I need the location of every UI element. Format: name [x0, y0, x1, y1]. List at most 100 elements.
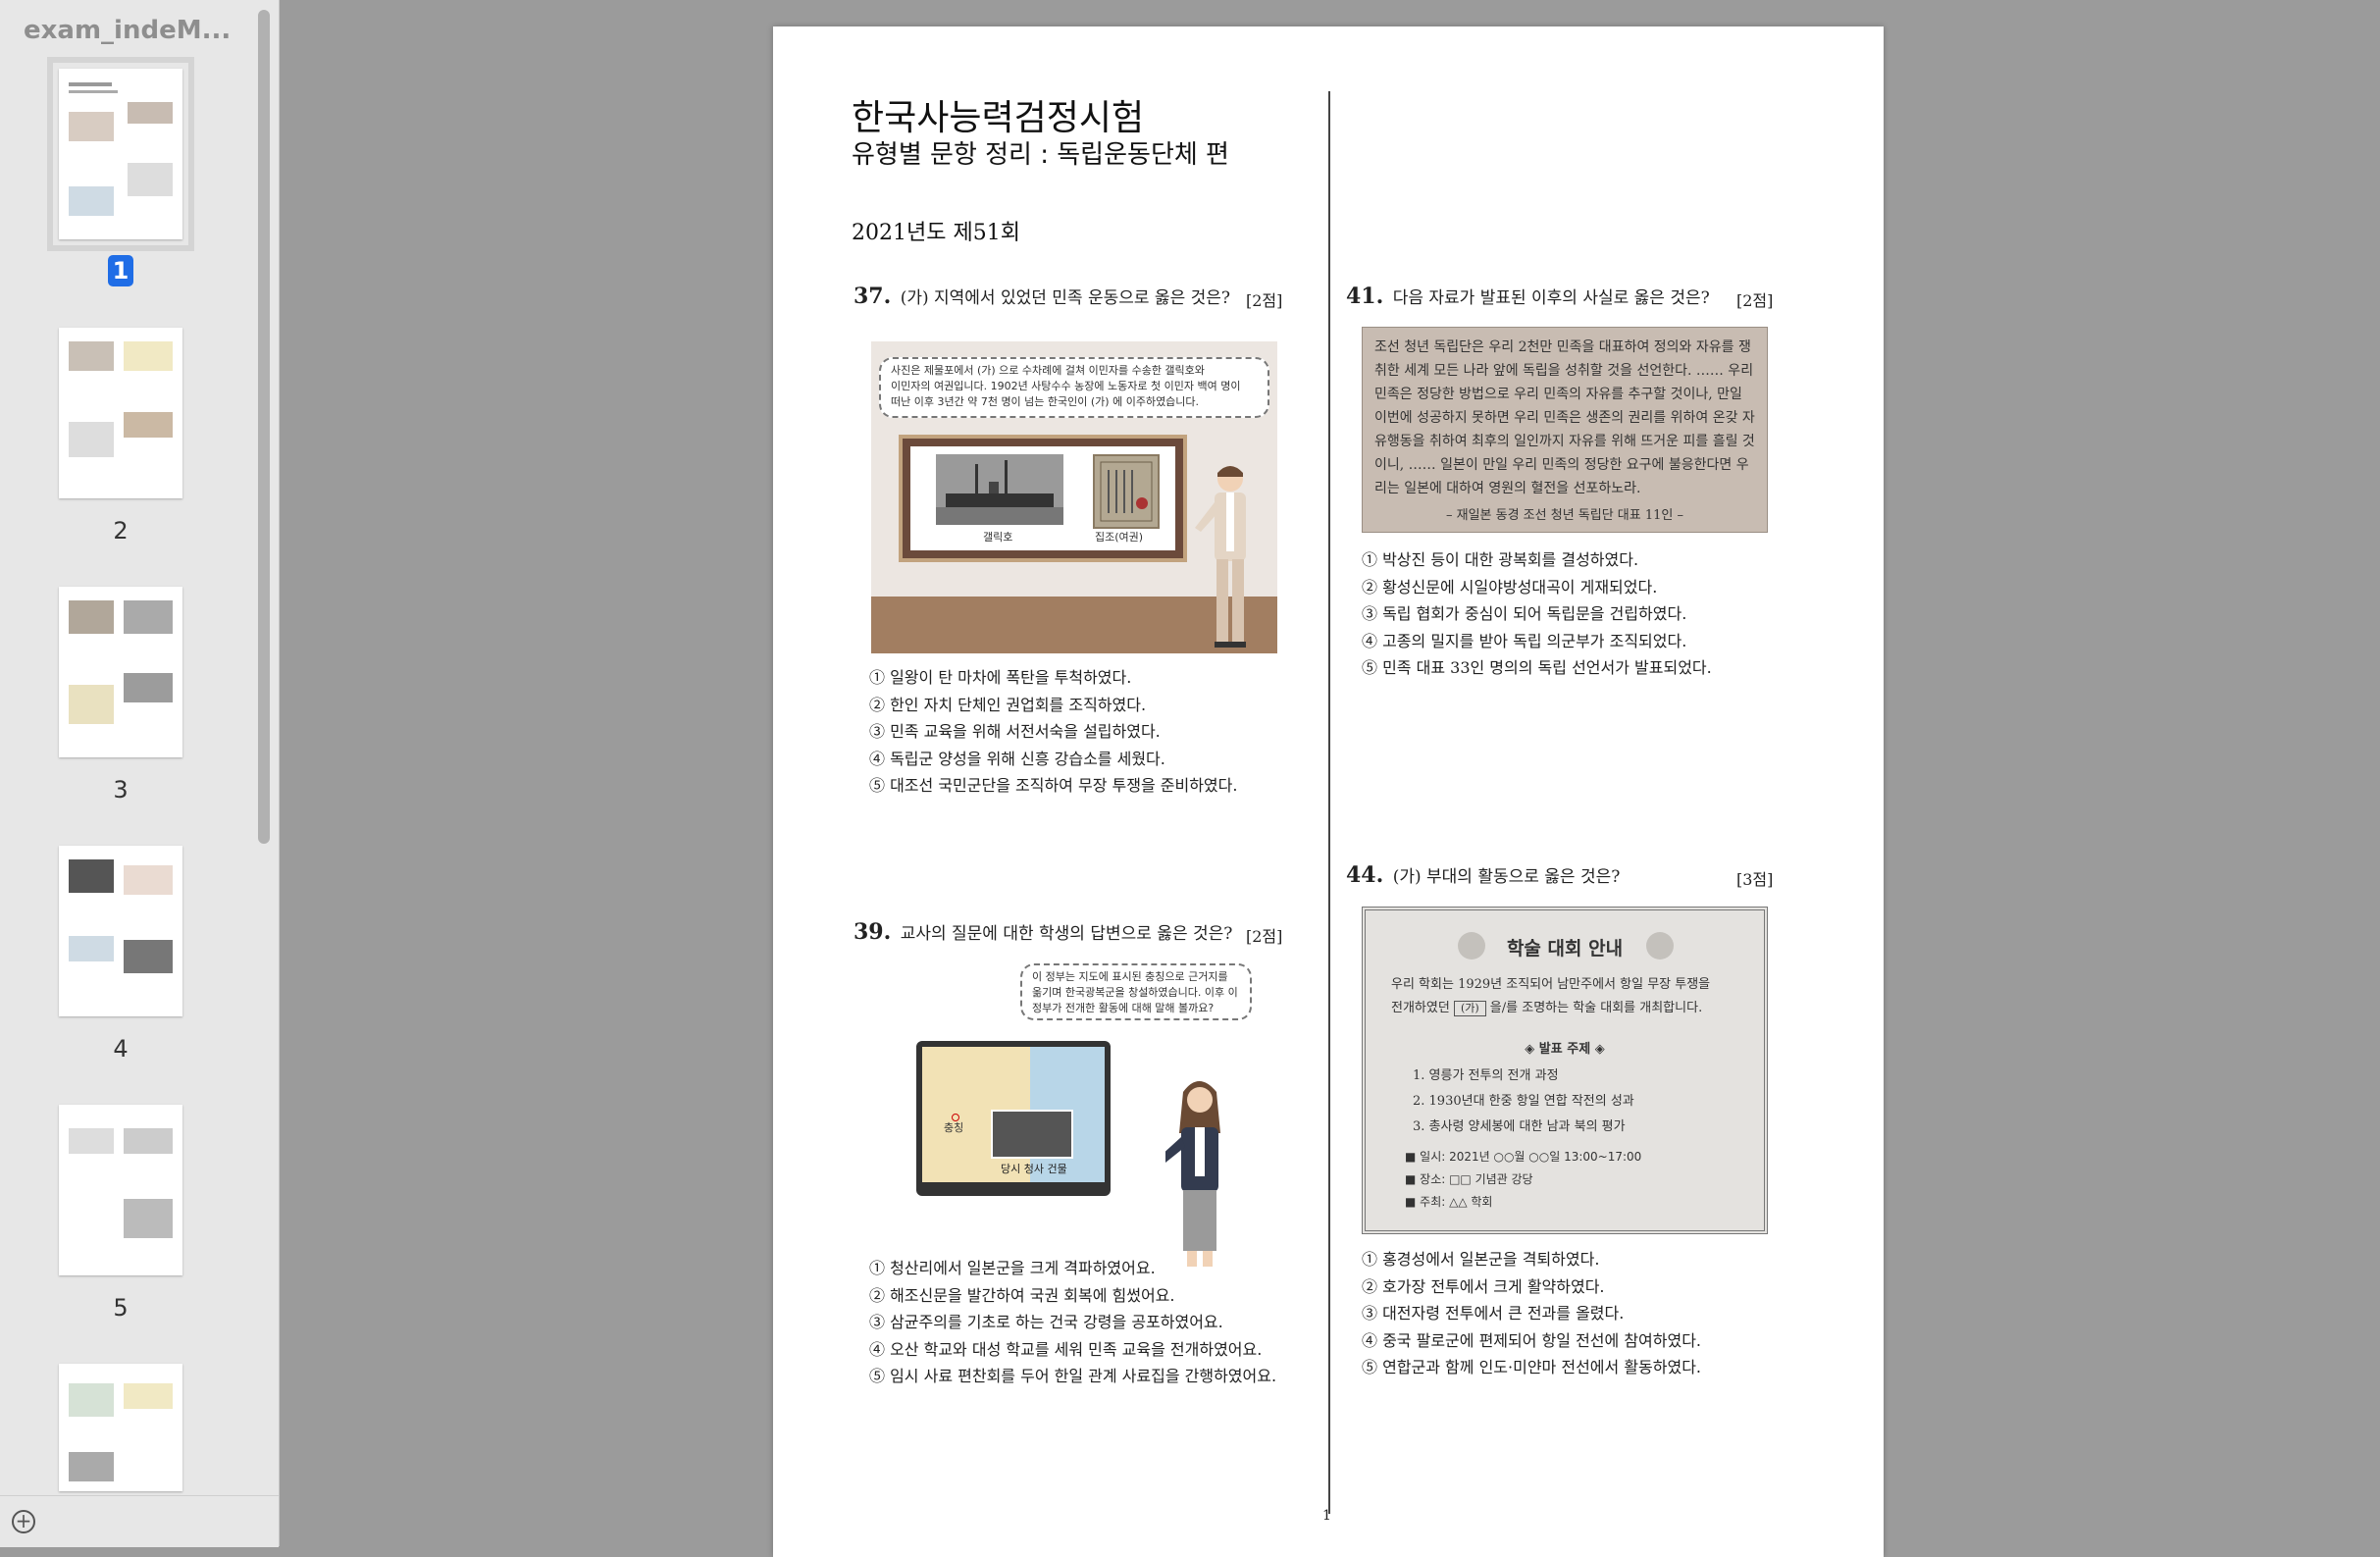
page-thumbnail-4[interactable]: [59, 846, 182, 1016]
column-divider: [1328, 91, 1330, 1514]
q37-bubble-line: 사진은 제물포에서 (가) 으로 수차례에 걸쳐 이민자를 수송한 갤릭호와: [891, 364, 1205, 377]
q37-points: [2점]: [1246, 291, 1283, 310]
building-photo: [991, 1110, 1073, 1159]
location-marker-icon: [952, 1114, 959, 1121]
page-number-2[interactable]: 2: [96, 517, 145, 545]
q37-choices: ① 일왕이 탄 마차에 폭탄을 투척하였다. ② 한인 자치 단체인 권업회를 …: [869, 664, 1237, 800]
choice[interactable]: ③ 삼균주의를 기초로 하는 건국 강령을 공포하였어요.: [869, 1309, 1276, 1336]
choice[interactable]: ③ 대전자령 전투에서 큰 전과를 올렸다.: [1362, 1300, 1701, 1327]
page-number-5[interactable]: 5: [96, 1294, 145, 1322]
q41-points: [2점]: [1736, 291, 1774, 310]
q44-conference-poster: 학술 대회 안내 우리 학회는 1929년 조직되어 남만주에서 항일 무장 투…: [1362, 907, 1768, 1234]
choice[interactable]: ④ 고종의 밀지를 받아 독립 의군부가 조직되었다.: [1362, 628, 1712, 655]
passport-photo: [1093, 454, 1160, 529]
q37-number: 37.: [854, 284, 892, 309]
q37-bubble-line: 이민자의 여권입니다. 1902년 사탕수수 농장에 노동자로 첫 이민자 백여…: [891, 380, 1241, 392]
choice[interactable]: ① 홍경성에서 일본군을 격퇴하였다.: [1362, 1246, 1701, 1273]
choice[interactable]: ③ 민족 교육을 위해 서전서숙을 설립하였다.: [869, 718, 1237, 746]
building-caption: 당시 청사 건물: [1001, 1163, 1067, 1175]
q41-source-text: 조선 청년 독립단은 우리 2천만 민족을 대표하여 정의와 자유를 쟁취한 세…: [1374, 339, 1755, 496]
choice[interactable]: ③ 독립 협회가 중심이 되어 독립문을 건립하였다.: [1362, 600, 1712, 628]
add-page-icon[interactable]: +: [12, 1510, 35, 1533]
q37-speech-bubble: 사진은 제물포에서 (가) 으로 수차례에 걸쳐 이민자를 수송한 갤릭호와 이…: [879, 357, 1269, 418]
q37-question: (가) 지역에서 있었던 민족 운동으로 옳은 것은?: [900, 288, 1231, 308]
q39-question: 교사의 질문에 대한 학생의 답변으로 옳은 것은?: [900, 924, 1233, 944]
q41-choices: ① 박상진 등이 대한 광복회를 결성하였다. ② 황성신문에 시일야방성대곡이…: [1362, 546, 1712, 682]
q44-header: 44. (가) 부대의 활동으로 옳은 것은?: [1346, 862, 1620, 888]
detail-item: ■ 장소: □□ 기념관 강당: [1405, 1172, 1533, 1186]
page-number-4[interactable]: 4: [96, 1035, 145, 1063]
poster-intro: 우리 학회는 1929년 조직되어 남만주에서 항일 무장 투쟁을 전개하였던 …: [1391, 973, 1750, 1020]
q37-illustration: 사진은 제물포에서 (가) 으로 수차례에 걸쳐 이민자를 수송한 갤릭호와 이…: [871, 341, 1277, 653]
q39-header: 39. 교사의 질문에 대한 학생의 답변으로 옳은 것은?: [854, 919, 1232, 945]
sidebar-footer: +: [0, 1495, 279, 1547]
ship-caption: 갤릭호: [983, 531, 1013, 544]
topic-item: 3. 총사령 양세봉에 대한 남과 북의 평가: [1413, 1119, 1626, 1134]
teacher-figure: [1195, 459, 1264, 653]
q44-number: 44.: [1346, 862, 1384, 888]
map-label-chongqing: 충칭: [944, 1121, 964, 1134]
teacher-figure: [1165, 1074, 1234, 1271]
q37-picture-frame: 갤릭호 집조(여권): [899, 435, 1187, 562]
choice[interactable]: ⑤ 대조선 국민군단을 조직하여 무장 투쟁을 준비하였다.: [869, 772, 1237, 800]
choice[interactable]: ② 호가장 전투에서 크게 활약하였다.: [1362, 1273, 1701, 1301]
document-page: 한국사능력검정시험 유형별 문항 정리 : 독립운동단체 편 2021년도 제5…: [773, 26, 1884, 1557]
detail-item: ■ 주최: △△ 학회: [1405, 1195, 1493, 1209]
q41-source-box: 조선 청년 독립단은 우리 2천만 민족을 대표하여 정의와 자유를 쟁취한 세…: [1362, 327, 1768, 533]
q44-question: (가) 부대의 활동으로 옳은 것은?: [1392, 867, 1621, 887]
q39-map-screen: 충칭 당시 청사 건물: [916, 1041, 1111, 1196]
topic-item: 1. 영릉가 전투의 전개 과정: [1413, 1068, 1559, 1083]
choice[interactable]: ⑤ 민족 대표 33인 명의의 독립 선언서가 발표되었다.: [1362, 654, 1712, 682]
choice[interactable]: ④ 오산 학교와 대성 학교를 세워 민족 교육을 전개하였어요.: [869, 1336, 1276, 1364]
poster-title: 학술 대회 안내: [1506, 938, 1624, 960]
q37-bubble-line: 떠난 이후 3년간 약 7천 명이 넘는 한국인이 (가) 에 이주하였습니다.: [891, 395, 1200, 408]
event-details: ■ 일시: 2021년 ○○월 ○○일 13:00~17:00 ■ 장소: □□…: [1405, 1146, 1641, 1214]
page-subtitle: 유형별 문항 정리 : 독립운동단체 편: [852, 140, 1229, 170]
choice[interactable]: ⑤ 임시 사료 편찬회를 두어 한일 관계 사료집을 간행하였어요.: [869, 1363, 1276, 1390]
page-number-1[interactable]: 1: [108, 255, 133, 286]
choice[interactable]: ② 한인 자치 단체인 권업회를 조직하였다.: [869, 692, 1237, 719]
thumbnail-sidebar: exam_indeM... 1 2 3 4 5 +: [0, 0, 280, 1547]
choice[interactable]: ① 청산리에서 일본군을 크게 격파하였어요.: [869, 1255, 1276, 1282]
q41-question: 다음 자료가 발표된 이후의 사실로 옳은 것은?: [1392, 288, 1710, 308]
page-title: 한국사능력검정시험: [852, 98, 1145, 138]
topic-item: 2. 1930년대 한중 항일 연합 작전의 성과: [1413, 1094, 1634, 1109]
q41-source-citation: – 재일본 동경 조선 청년 독립단 대표 11인 –: [1445, 508, 1683, 523]
ship-photo: [936, 454, 1063, 525]
q39-bubble-line: 정부가 전개한 활동에 대해 말해 볼까요?: [1032, 1002, 1215, 1014]
q44-choices: ① 홍경성에서 일본군을 격퇴하였다. ② 호가장 전투에서 크게 활약하였다.…: [1362, 1246, 1701, 1381]
q41-number: 41.: [1346, 284, 1384, 309]
page-thumbnail-2[interactable]: [59, 328, 182, 498]
sidebar-scrollbar[interactable]: [258, 10, 270, 844]
poster-intro-text: 을/를 조명하는 학술 대회를 개최합니다.: [1489, 1001, 1703, 1015]
page-thumbnail-5[interactable]: [59, 1105, 182, 1275]
document-title: exam_indeM...: [24, 16, 232, 45]
page-footer-number: 1: [1322, 1508, 1331, 1524]
detail-item: ■ 일시: 2021년 ○○월 ○○일 13:00~17:00: [1405, 1150, 1642, 1164]
choice[interactable]: ② 해조신문을 발간하여 국권 회복에 힘썼어요.: [869, 1282, 1276, 1310]
page-thumbnail-6[interactable]: [59, 1364, 182, 1491]
choice[interactable]: ① 일왕이 탄 마차에 폭탄을 투척하였다.: [869, 664, 1237, 692]
q37-header: 37. (가) 지역에서 있었던 민족 운동으로 옳은 것은?: [854, 284, 1230, 309]
q39-choices: ① 청산리에서 일본군을 크게 격파하였어요. ② 해조신문을 발간하여 국권 …: [869, 1255, 1276, 1390]
choice[interactable]: ④ 중국 팔로군에 편제되어 항일 전선에 참여하였다.: [1362, 1327, 1701, 1355]
blank-box: (가): [1453, 1001, 1486, 1016]
page-thumbnail-1[interactable]: [47, 57, 194, 251]
topics-heading: ◈ 발표 주제 ◈: [1525, 1042, 1605, 1057]
choice[interactable]: ④ 독립군 양성을 위해 신흥 강습소를 세웠다.: [869, 746, 1237, 773]
choice[interactable]: ① 박상진 등이 대한 광복회를 결성하였다.: [1362, 546, 1712, 574]
q41-header: 41. 다음 자료가 발표된 이후의 사실로 옳은 것은?: [1346, 284, 1710, 309]
q44-points: [3점]: [1736, 870, 1774, 889]
q39-bubble-line: 이 정부는 지도에 표시된 충칭으로 근거지를: [1032, 970, 1228, 983]
choice[interactable]: ② 황성신문에 시일야방성대곡이 게재되었다.: [1362, 574, 1712, 601]
q39-bubble-line: 옮기며 한국광복군을 창설하였습니다. 이후 이: [1032, 986, 1238, 999]
topics-list: 1. 영릉가 전투의 전개 과정 2. 1930년대 한중 항일 연합 작전의 …: [1413, 1064, 1634, 1140]
q39-points: [2점]: [1246, 927, 1283, 946]
page-number-3[interactable]: 3: [96, 776, 145, 804]
poster-intro-line: 우리 학회는 1929년 조직되어 남만주에서 항일 무장 투쟁을: [1391, 977, 1711, 992]
choice[interactable]: ⑤ 연합군과 함께 인도·미얀마 전선에서 활동하였다.: [1362, 1354, 1701, 1381]
page-thumbnail-3[interactable]: [59, 587, 182, 757]
passport-caption: 집조(여권): [1095, 531, 1144, 544]
exam-year: 2021년도 제51회: [852, 221, 1020, 245]
q39-speech-bubble: 이 정부는 지도에 표시된 충칭으로 근거지를 옮기며 한국광복군을 창설하였습…: [1020, 963, 1252, 1020]
